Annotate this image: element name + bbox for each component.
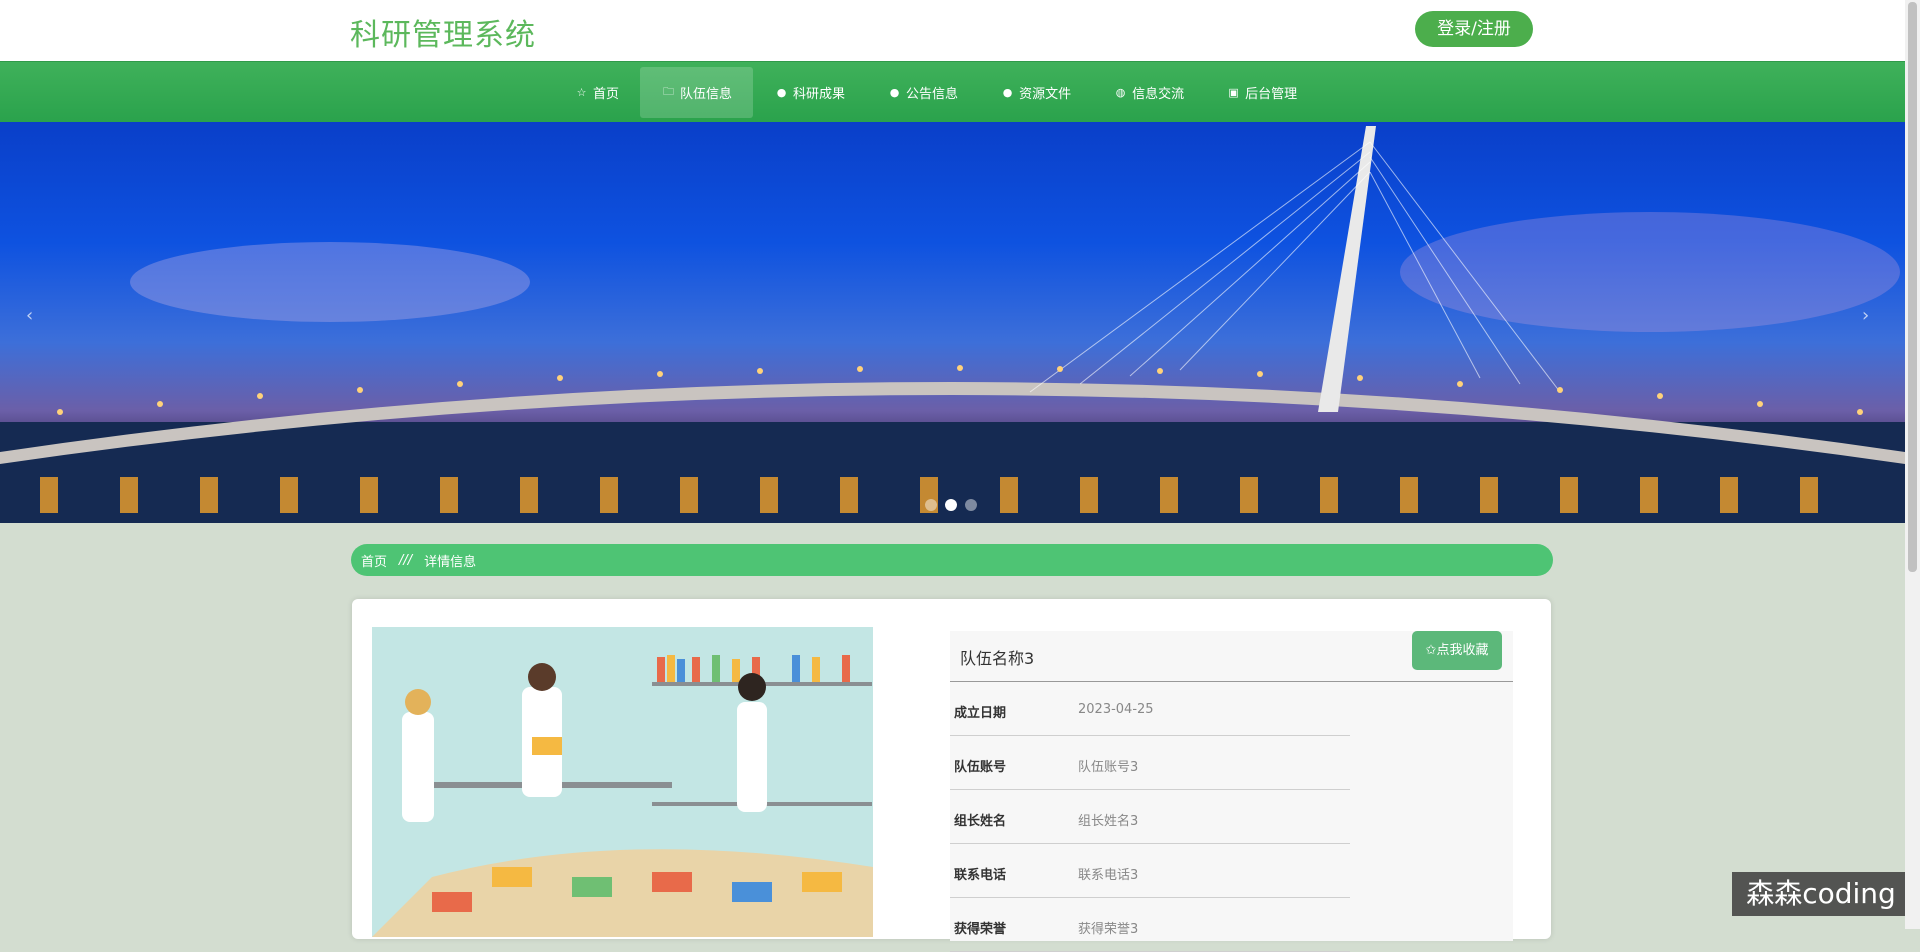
briefcase-icon: ▣ xyxy=(1228,86,1239,99)
team-info-panel: 队伍名称3 ✩点我收藏 成立日期 2023-04-25 队伍账号 队伍账号3 组… xyxy=(950,631,1513,952)
watermark: 森森coding xyxy=(1732,872,1910,916)
nav-item-resource-files[interactable]: ● 资源文件 xyxy=(979,67,1092,118)
info-icon: ● xyxy=(1002,86,1013,99)
field-value: 联系电话3 xyxy=(1078,868,1139,883)
detail-row-team-account: 队伍账号 队伍账号3 xyxy=(950,736,1350,790)
field-value: 2023-04-25 xyxy=(1078,702,1154,717)
carousel-dot[interactable] xyxy=(965,499,977,511)
detail-row-phone: 联系电话 联系电话3 xyxy=(950,844,1350,898)
nav-item-label: 科研成果 xyxy=(793,87,846,102)
field-value: 获得荣誉3 xyxy=(1078,922,1139,937)
nav-item-home[interactable]: ☆ 首页 xyxy=(553,67,640,118)
page-scrollbar[interactable] xyxy=(1905,0,1920,929)
nav-item-label: 公告信息 xyxy=(906,87,959,102)
detail-row-honors: 获得荣誉 获得荣誉3 xyxy=(950,898,1350,952)
site-title: 科研管理系统 xyxy=(350,18,536,53)
bridge-night-image xyxy=(0,126,1905,523)
detail-row-founded-date: 成立日期 2023-04-25 xyxy=(950,682,1350,736)
nav-item-team-info[interactable]: 🗀 队伍信息 xyxy=(640,67,754,118)
field-value: 队伍账号3 xyxy=(1078,760,1139,775)
nav-item-announcements[interactable]: ● 公告信息 xyxy=(866,67,979,118)
carousel-dot[interactable] xyxy=(925,499,937,511)
field-label: 成立日期 xyxy=(954,706,1007,721)
favorite-button[interactable]: ✩点我收藏 xyxy=(1412,631,1502,670)
nav-item-label: 首页 xyxy=(593,87,620,102)
nav-item-message-exchange[interactable]: ◍ 信息交流 xyxy=(1092,67,1205,118)
star-icon: ☆ xyxy=(576,86,587,99)
breadcrumb: 首页 /// 详情信息 xyxy=(351,544,1553,576)
login-register-button[interactable]: 登录/注册 xyxy=(1415,11,1533,47)
carousel-dots xyxy=(925,499,977,511)
breadcrumb-current: 详情信息 xyxy=(424,554,477,570)
detail-card: 队伍名称3 ✩点我收藏 成立日期 2023-04-25 队伍账号 队伍账号3 组… xyxy=(352,599,1551,952)
main-nav: ☆ 首页 🗀 队伍信息 ● 科研成果 ● 公告信息 ● 资源文件 ◍ 信息交流 … xyxy=(0,61,1905,123)
field-value: 组长姓名3 xyxy=(1078,814,1139,829)
team-photo xyxy=(372,627,873,937)
team-info-header: 队伍名称3 ✩点我收藏 xyxy=(950,631,1513,682)
carousel-prev-arrow[interactable]: ‹ xyxy=(26,305,33,326)
team-name: 队伍名称3 xyxy=(960,649,1035,668)
nav-item-research-results[interactable]: ● 科研成果 xyxy=(753,67,866,118)
field-label: 联系电话 xyxy=(954,868,1007,883)
nav-item-admin[interactable]: ▣ 后台管理 xyxy=(1205,67,1318,118)
breadcrumb-separator: /// xyxy=(399,552,413,568)
info-icon: ● xyxy=(776,86,787,99)
nav-item-label: 信息交流 xyxy=(1132,87,1185,102)
nav-item-label: 队伍信息 xyxy=(680,87,733,102)
banner-carousel[interactable]: ‹ › xyxy=(0,122,1905,523)
info-icon: ● xyxy=(889,86,900,99)
globe-icon: ◍ xyxy=(1115,86,1126,99)
detail-row-leader-name: 组长姓名 组长姓名3 xyxy=(950,790,1350,844)
nav-item-label: 后台管理 xyxy=(1245,87,1298,102)
scrollbar-thumb[interactable] xyxy=(1908,2,1917,572)
bag-icon: 🗀 xyxy=(663,85,675,98)
field-label: 获得荣誉 xyxy=(954,922,1007,937)
field-label: 组长姓名 xyxy=(954,814,1007,829)
field-label: 队伍账号 xyxy=(954,760,1007,775)
carousel-dot[interactable] xyxy=(945,499,957,511)
carousel-next-arrow[interactable]: › xyxy=(1862,305,1869,326)
nav-item-label: 资源文件 xyxy=(1019,87,1072,102)
breadcrumb-home-link[interactable]: 首页 xyxy=(361,551,387,570)
top-header: 科研管理系统 登录/注册 xyxy=(0,0,1905,61)
